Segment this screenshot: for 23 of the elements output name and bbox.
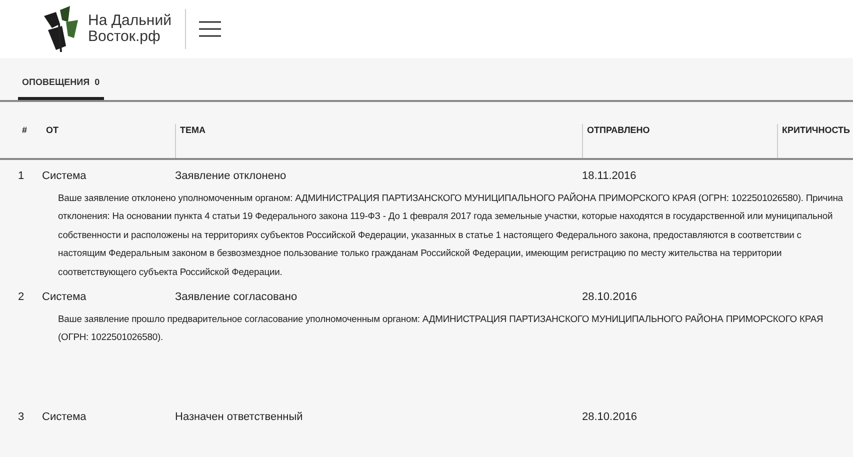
column-header: ОТ [45,124,58,137]
column-header: ОТПРАВЛЕНО [586,124,650,137]
table-cell: Заявление согласовано [175,291,298,303]
table-cell: 3 [18,411,24,423]
notifications-tab[interactable]: ОПОВЕЩЕНИЯ 0 [18,66,104,100]
column-header: КРИТИЧНОСТЬ [781,124,850,137]
table-cell: Система [42,170,86,182]
table-cell: 1 [18,170,24,182]
table-cell: Система [42,291,86,303]
table-cell: Назначен ответственный [175,411,303,423]
menu-icon[interactable] [198,19,222,39]
table-cell: 18.11.2016 [582,170,636,182]
table-cell: 28.10.2016 [582,291,638,303]
table-cell: 28.10.2016 [582,411,638,423]
column-header: ТЕМА [179,124,206,137]
logo-text: Восток.рф [88,29,162,45]
table-cell: 2 [18,291,24,303]
notification-message: Ваше заявление отклонено уполномоченным органом: АДМИНИСТРАЦИЯ ПАРТИЗАНСКОГО МУНИЦИПАЛЬНОГО РАЙОНА ПРИМОРСКОГО КРАЯ (ОГРН: 1022501026580). Причина отклонения: На основании пункта 4 статьи 19 Федерального закона 119-ФЗ - До 1 февраля 2017 года земельные участки, которые находятся в государственной или муниципальной собственности и расположены на территориях субъектов Российской Федерации, указанных в статье 1 настоящего Федерального закона, предоставляются в соответствии с настоящим Федеральным законом в безвозмездное пользование только гражданам Российской Федерации, имеющим регистрацию по месту жительства на территории соответствующего субъекта Российской Федерации. [57,190,844,279]
table-cell: Система [42,411,86,423]
column-header: # [21,124,28,137]
table-cell: Заявление отклонено [175,170,286,182]
notification-message: Ваше заявление прошло предварительное согласование уполномоченным органом: АДМИНИСТРАЦИЯ ПАРТИЗАНСКОГО МУНИЦИПАЛЬНОГО РАЙОНА ПРИМОРСКОГО КРАЯ (ОГРН: 1022501026580). [57,312,824,344]
logo-text: На Дальний [88,13,172,29]
